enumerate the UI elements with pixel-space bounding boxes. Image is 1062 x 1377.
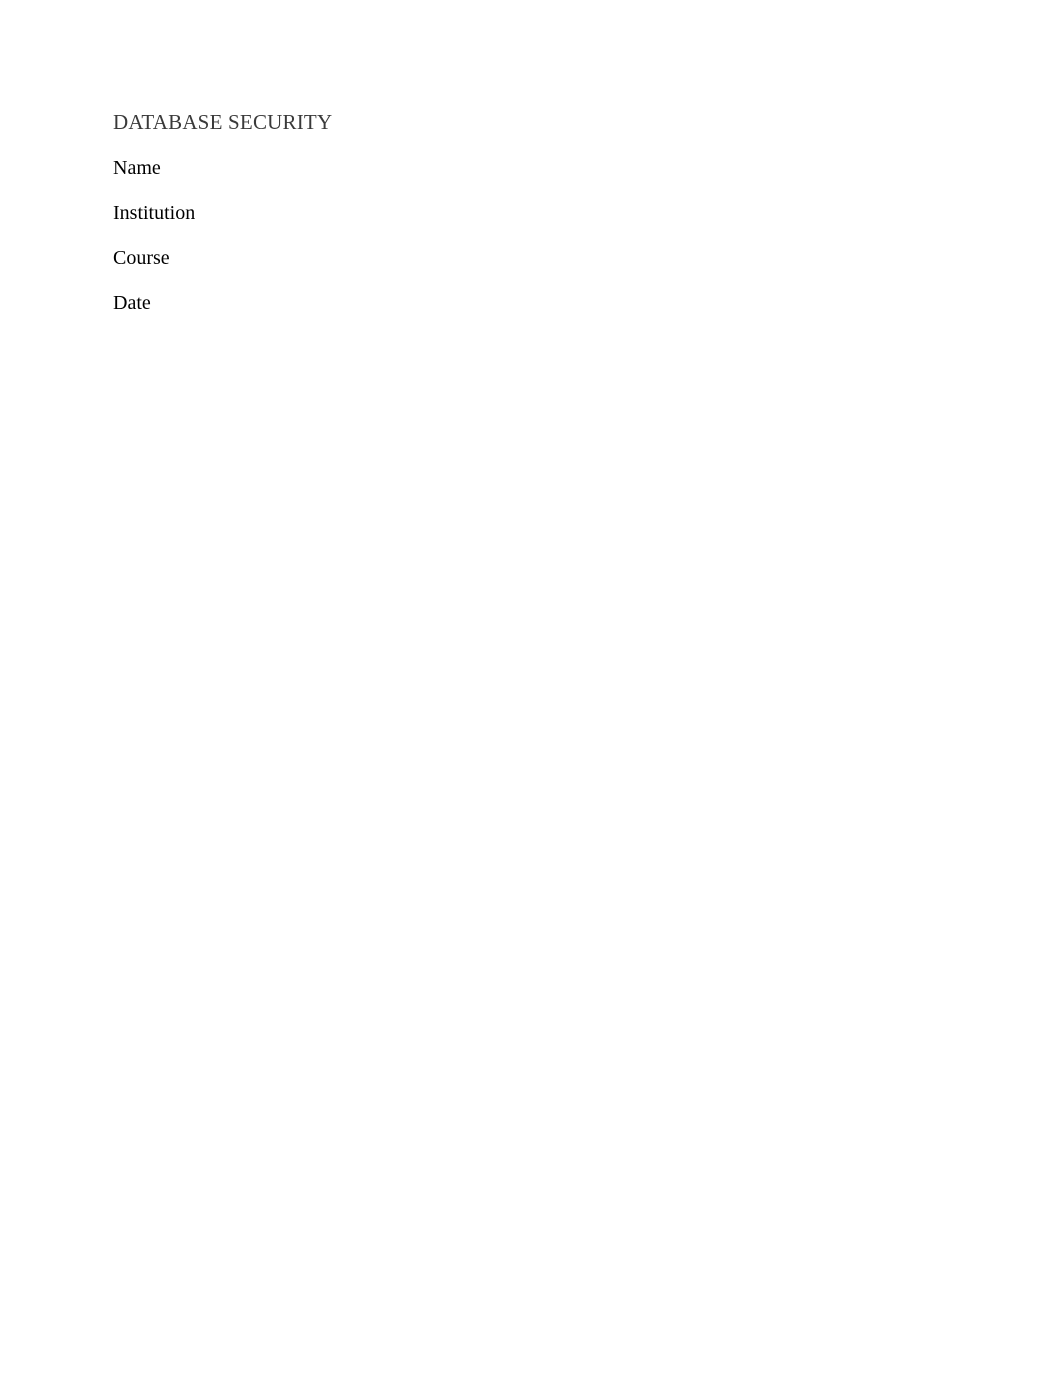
document-page: DATABASE SECURITY Name Institution Cours… (0, 0, 1062, 1377)
course-field: Course (113, 247, 949, 270)
date-field: Date (113, 292, 949, 315)
document-title: DATABASE SECURITY (113, 110, 949, 135)
name-field: Name (113, 157, 949, 180)
institution-field: Institution (113, 202, 949, 225)
